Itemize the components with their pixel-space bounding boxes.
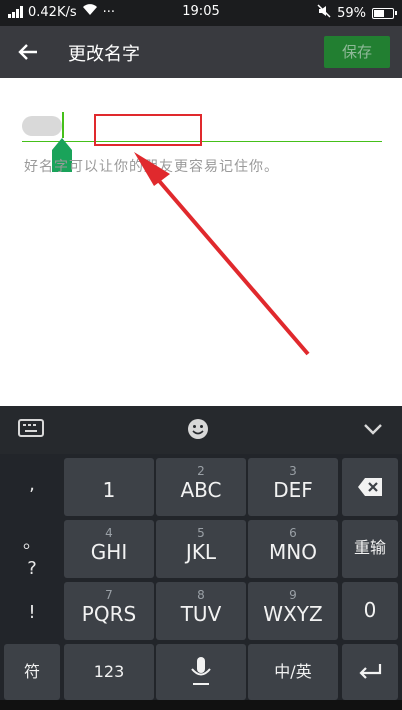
keyboard: , 。 ? ! 1 2 ABC 3 DEF 4 GHI 5 JKL 6 MNO 7 PQRS… bbox=[0, 454, 402, 710]
symbol-key[interactable]: 符 bbox=[4, 644, 60, 700]
chevron-down-icon[interactable] bbox=[362, 418, 384, 445]
status-bar: 0.42K/s ··· 19:05 59% bbox=[0, 0, 402, 26]
battery-icon bbox=[372, 7, 397, 19]
text-caret bbox=[62, 112, 64, 138]
key-4[interactable]: 4 GHI bbox=[64, 520, 154, 578]
battery-percent: 59% bbox=[337, 5, 366, 21]
key-7[interactable]: 7 PQRS bbox=[64, 582, 154, 640]
system-nav-bar bbox=[0, 700, 402, 710]
numeric-key[interactable]: 123 bbox=[64, 644, 154, 700]
punct-key[interactable]: , bbox=[4, 474, 60, 495]
voice-key[interactable] bbox=[156, 644, 246, 700]
key-9[interactable]: 9 WXYZ bbox=[248, 582, 338, 640]
key-5[interactable]: 5 JKL bbox=[156, 520, 246, 578]
keyboard-toolbar bbox=[0, 406, 402, 454]
punct-key[interactable]: ? bbox=[4, 558, 60, 579]
key-1[interactable]: 1 bbox=[64, 458, 154, 516]
punct-key[interactable]: ! bbox=[4, 602, 60, 623]
punct-key[interactable]: 。 bbox=[4, 528, 60, 554]
language-switch-key[interactable]: 中/英 bbox=[248, 644, 338, 700]
return-icon bbox=[359, 664, 382, 679]
back-icon[interactable] bbox=[14, 38, 42, 66]
emoji-icon[interactable] bbox=[187, 418, 209, 445]
keyboard-icon[interactable] bbox=[18, 418, 44, 443]
key-6[interactable]: 6 MNO bbox=[248, 520, 338, 578]
annotation-highlight-box bbox=[94, 114, 202, 146]
key-8[interactable]: 8 TUV bbox=[156, 582, 246, 640]
key-2[interactable]: 2 ABC bbox=[156, 458, 246, 516]
page-title: 更改名字 bbox=[68, 44, 140, 65]
name-hint: 好名字可以让你的朋友更容易记住你。 bbox=[24, 159, 279, 175]
enter-key[interactable] bbox=[342, 644, 398, 700]
reenter-key[interactable]: 重输 bbox=[342, 520, 398, 578]
save-button[interactable]: 保存 bbox=[324, 36, 390, 68]
edit-name-panel: 好名字可以让你的朋友更容易记住你。 bbox=[0, 78, 402, 406]
name-input[interactable] bbox=[22, 110, 382, 142]
key-3[interactable]: 3 DEF bbox=[248, 458, 338, 516]
mute-icon bbox=[317, 4, 331, 22]
key-0[interactable]: 0 bbox=[342, 582, 398, 640]
backspace-key[interactable] bbox=[342, 458, 398, 516]
toolbar: 更改名字 保存 bbox=[0, 26, 402, 78]
microphone-icon bbox=[191, 657, 211, 685]
